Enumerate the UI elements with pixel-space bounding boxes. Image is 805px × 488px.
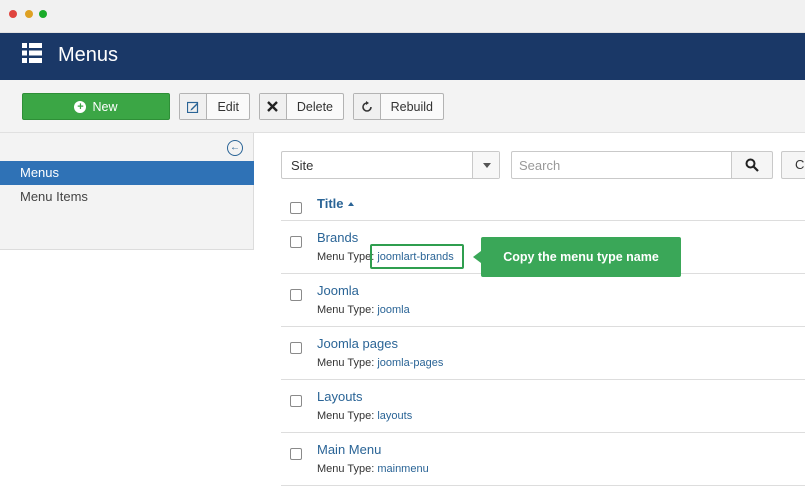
clear-button[interactable]: C xyxy=(781,151,805,179)
sidebar-item-menu-items[interactable]: Menu Items xyxy=(0,185,254,209)
edit-icon xyxy=(180,94,208,119)
zoom-window-button[interactable] xyxy=(39,10,47,18)
sidebar-item-menus[interactable]: Menus xyxy=(0,161,254,185)
row-checkbox[interactable] xyxy=(290,342,302,354)
menu-title-link[interactable]: Joomla pages xyxy=(317,336,398,351)
menu-type-meta: Menu Type: layouts xyxy=(317,410,412,422)
table-row: Joomla Menu Type: joomla xyxy=(281,274,805,327)
minimize-window-button[interactable] xyxy=(25,10,33,18)
client-select[interactable]: Site xyxy=(281,151,500,179)
window-titlebar xyxy=(0,0,805,33)
edit-button[interactable]: Edit xyxy=(179,93,250,120)
row-checkbox[interactable] xyxy=(290,395,302,407)
row-checkbox[interactable] xyxy=(290,289,302,301)
menu-type-meta: Menu Type: joomla xyxy=(317,304,410,316)
table-row: Joomla pages Menu Type: joomla-pages xyxy=(281,327,805,380)
menu-type-label: Menu Type: xyxy=(317,357,375,369)
refresh-icon xyxy=(354,94,381,119)
table-header: Title xyxy=(281,188,805,221)
row-checkbox[interactable] xyxy=(290,448,302,460)
menu-title-link[interactable]: Layouts xyxy=(317,389,363,404)
page-title: Menus xyxy=(58,44,119,66)
new-button[interactable]: + New xyxy=(22,93,170,120)
menu-type-meta: Menu Type: mainmenu xyxy=(317,463,429,475)
row-checkbox[interactable] xyxy=(290,236,302,248)
sidebar: ← Menus Menu Items xyxy=(0,133,254,250)
menu-type-meta: Menu Type: joomla-pages xyxy=(317,357,443,369)
rebuild-button-label: Rebuild xyxy=(390,99,433,114)
client-select-value: Site xyxy=(291,158,314,173)
menu-title-link[interactable]: Joomla xyxy=(317,283,359,298)
menu-type-label: Menu Type: xyxy=(317,304,375,316)
menu-type-label: Menu Type: xyxy=(317,251,375,263)
close-window-button[interactable] xyxy=(9,10,17,18)
page-header: Menus xyxy=(0,33,805,80)
menu-type-value[interactable]: joomla xyxy=(377,304,409,316)
menu-type-label: Menu Type: xyxy=(317,410,375,422)
delete-button-label: Delete xyxy=(296,99,333,114)
sort-ascending-icon xyxy=(347,202,354,206)
toolbar: + New Edit Delete Rebuild xyxy=(0,80,805,133)
title-column-header[interactable]: Title xyxy=(317,196,354,211)
delete-button[interactable]: Delete xyxy=(259,93,344,120)
menu-type-value[interactable]: joomla-pages xyxy=(377,357,443,369)
annotation-callout: Copy the menu type name xyxy=(473,237,681,277)
rebuild-button[interactable]: Rebuild xyxy=(353,93,444,120)
title-column-label: Title xyxy=(317,196,344,211)
close-x-icon xyxy=(260,94,287,119)
table-row: Layouts Menu Type: layouts xyxy=(281,380,805,433)
edit-button-label: Edit xyxy=(217,99,239,114)
list-icon xyxy=(22,43,42,63)
chevron-down-icon xyxy=(472,152,499,178)
menu-title-link[interactable]: Main Menu xyxy=(317,442,381,457)
select-all-checkbox[interactable] xyxy=(290,202,302,214)
plus-circle-icon: + xyxy=(74,100,87,113)
menu-type-highlight xyxy=(370,244,464,269)
search-icon xyxy=(745,158,759,172)
menu-title-link[interactable]: Brands xyxy=(317,230,358,245)
collapse-left-icon[interactable]: ← xyxy=(227,140,243,156)
table-row: Main Menu Menu Type: mainmenu xyxy=(281,433,805,486)
new-button-label: New xyxy=(92,99,118,114)
menu-type-value[interactable]: layouts xyxy=(377,410,412,422)
search-button[interactable] xyxy=(731,151,773,179)
search-input[interactable] xyxy=(511,151,732,179)
menu-type-label: Menu Type: xyxy=(317,463,375,475)
menu-type-value[interactable]: mainmenu xyxy=(377,463,428,475)
